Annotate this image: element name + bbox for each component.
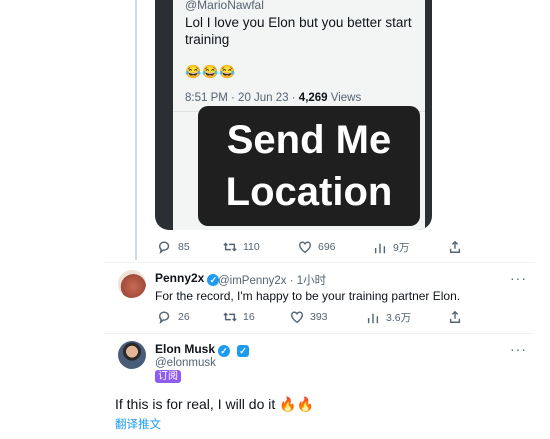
retweet-count: 110	[243, 241, 260, 253]
retweet-action[interactable]: 110	[223, 240, 260, 254]
share-icon	[449, 240, 461, 253]
quoted-text: Lol I love you Elon but you better start…	[185, 15, 412, 47]
send-me-location-sign: Send Me Location	[198, 106, 420, 226]
like-count: 696	[318, 241, 336, 253]
photographed-screen: @MarioNawfal Lol I love you Elon but you…	[173, 0, 425, 230]
tweet-action-bar: 85 110 696 9万	[158, 240, 468, 260]
retweet-action[interactable]: 16	[223, 310, 255, 324]
like-action[interactable]: 696	[298, 240, 336, 254]
share-action[interactable]	[448, 240, 462, 254]
view-count: 3.6万	[386, 312, 412, 324]
reply-action[interactable]: 26	[158, 310, 190, 324]
reply-text: For the record, I'm happy to be your tra…	[155, 289, 461, 303]
verified-icon: ✓	[218, 345, 231, 357]
heart-icon	[291, 311, 303, 324]
divider	[104, 333, 534, 334]
more-options-icon[interactable]: ···	[510, 270, 527, 286]
subscribe-badge[interactable]: 订阅	[155, 370, 181, 383]
translate-link[interactable]: 翻译推文	[115, 416, 161, 432]
divider	[104, 262, 534, 263]
avatar[interactable]	[118, 341, 146, 369]
author-name[interactable]: Penny2x ✓	[155, 271, 222, 286]
reply-count: 85	[178, 241, 190, 253]
quoted-emoji: 😂😂😂	[185, 64, 237, 79]
like-action[interactable]: 393	[290, 310, 328, 324]
analytics-icon	[367, 313, 379, 323]
author-handle[interactable]: @elonmusk	[155, 357, 216, 369]
views-action[interactable]: 9万	[373, 240, 409, 255]
reply-action-bar: 26 16 393 3.6万	[158, 310, 468, 330]
share-icon	[449, 310, 461, 323]
reply-count: 26	[178, 311, 190, 323]
thread-line	[135, 0, 137, 260]
retweet-icon	[223, 242, 237, 252]
author-name[interactable]: Elon Musk ✓ ✓	[155, 342, 250, 357]
heart-icon	[299, 241, 311, 254]
affiliate-badge-icon: ✓	[237, 345, 250, 357]
reply-icon	[159, 311, 170, 324]
retweet-count: 16	[243, 311, 255, 323]
analytics-icon	[374, 243, 386, 253]
more-options-icon[interactable]: ···	[510, 341, 527, 357]
retweet-icon	[223, 312, 237, 322]
tweet-media-image[interactable]: @MarioNawfal Lol I love you Elon but you…	[155, 0, 432, 230]
tweet-text: If this is for real, I will do it 🔥🔥	[115, 396, 315, 412]
share-action[interactable]	[448, 310, 462, 324]
avatar[interactable]	[118, 270, 146, 298]
reply-action[interactable]: 85	[158, 240, 190, 254]
quoted-meta: 8:51 PM · 20 Jun 23 · 4,269 Views	[185, 92, 362, 104]
view-count: 9万	[393, 242, 410, 254]
reply-icon	[159, 241, 170, 254]
views-action[interactable]: 3.6万	[366, 310, 411, 325]
like-count: 393	[310, 311, 328, 323]
author-handle-time[interactable]: @imPenny2x · 1小时	[218, 272, 326, 288]
quoted-handle: @MarioNawfal	[185, 0, 264, 12]
